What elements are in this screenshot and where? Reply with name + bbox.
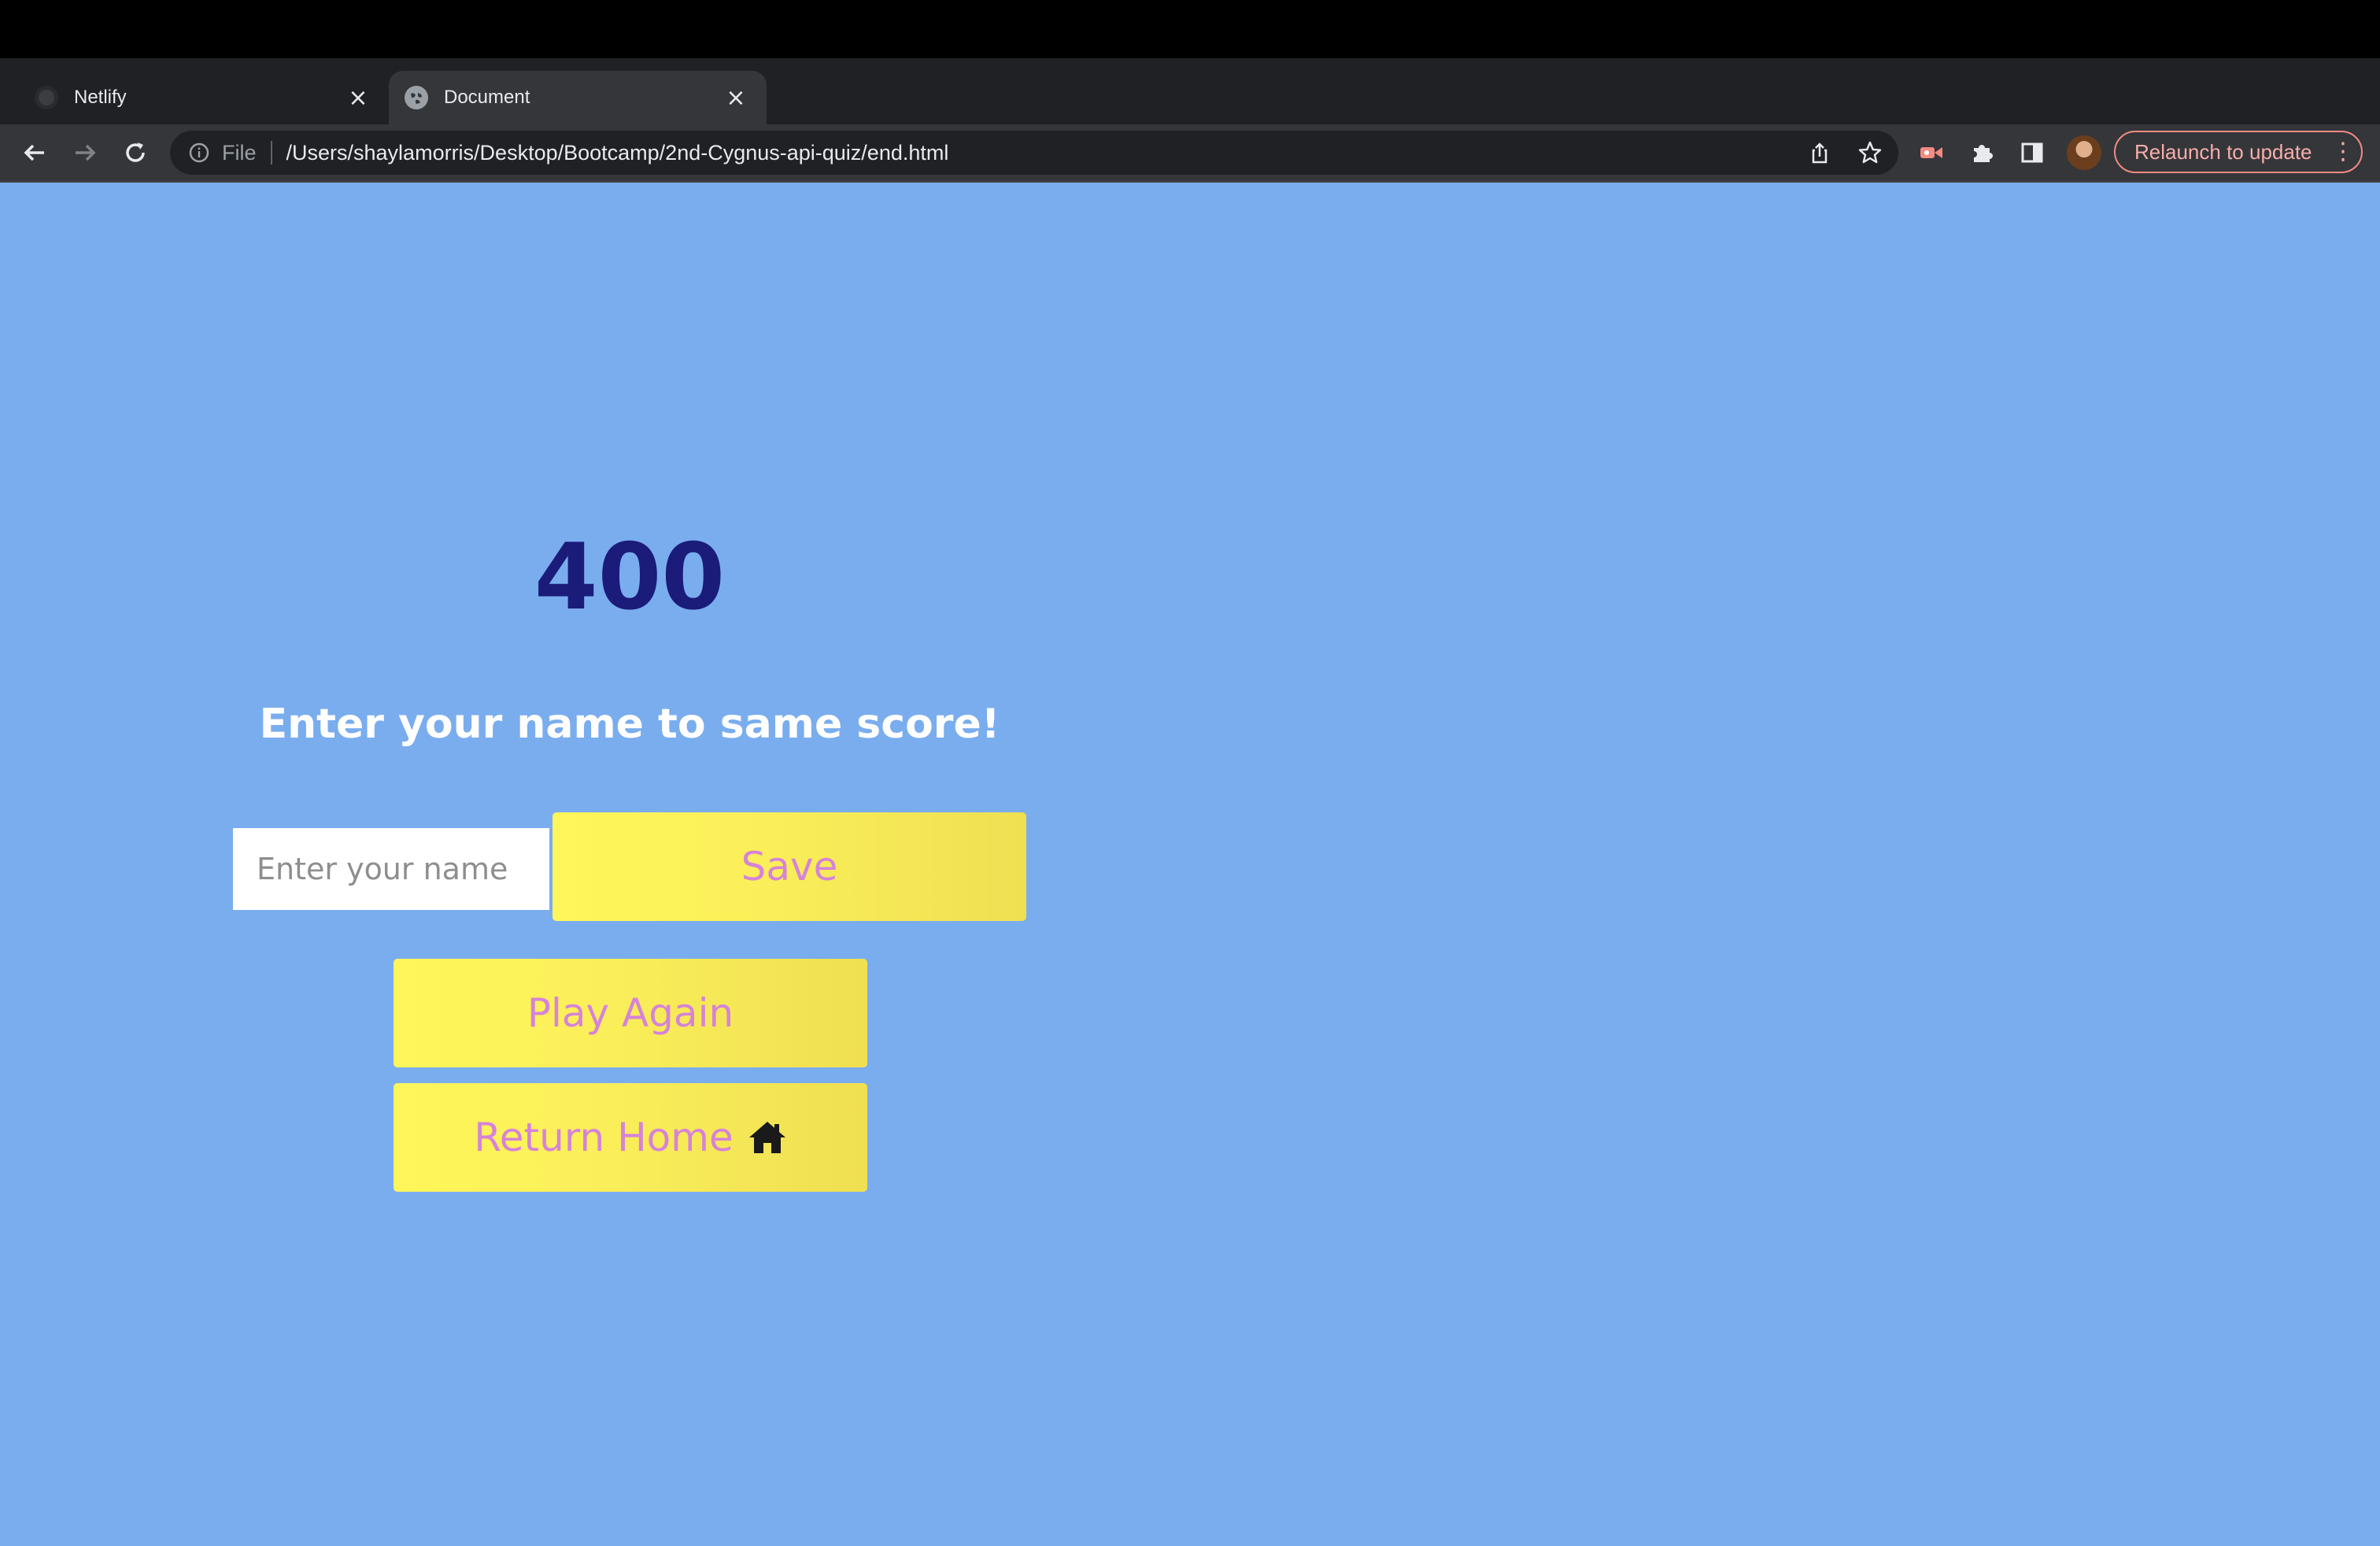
close-icon[interactable]: × — [346, 84, 370, 112]
save-score-prompt: Enter your name to same score! — [259, 701, 1000, 748]
tab-document[interactable]: Document × — [389, 71, 767, 124]
globe-icon — [405, 86, 428, 109]
github-icon — [35, 86, 58, 109]
tab-strip: Netlify × Document × + — [0, 58, 2380, 168]
reload-icon[interactable] — [118, 135, 153, 170]
relaunch-button[interactable]: Relaunch to update ⋮ — [2114, 131, 2363, 173]
tab-title: Document — [444, 87, 530, 108]
return-home-label: Return Home — [474, 1115, 734, 1160]
name-input[interactable] — [233, 828, 549, 910]
back-arrow-icon[interactable] — [17, 135, 52, 170]
forward-arrow-icon[interactable] — [68, 135, 102, 170]
return-home-button[interactable]: Return Home — [394, 1083, 867, 1192]
relaunch-label: Relaunch to update — [2134, 139, 2312, 164]
avatar[interactable] — [2067, 135, 2101, 170]
more-menu-icon[interactable]: ⋮ — [2331, 140, 2355, 164]
home-icon — [748, 1118, 787, 1157]
save-button-label: Save — [741, 844, 838, 890]
play-again-label: Play Again — [527, 990, 734, 1036]
scheme-label: File — [222, 140, 257, 165]
side-panel-icon[interactable] — [2016, 137, 2048, 168]
score-value: 400 — [534, 524, 726, 631]
extension-record-icon[interactable] — [1916, 137, 1947, 168]
extensions-puzzle-icon[interactable] — [1966, 137, 1998, 168]
url-text[interactable]: /Users/shaylamorris/Desktop/Bootcamp/2nd… — [286, 141, 949, 165]
address-bar[interactable]: File /Users/shaylamorris/Desktop/Bootcam… — [170, 131, 1898, 175]
info-icon[interactable] — [187, 141, 211, 165]
play-again-button[interactable]: Play Again — [394, 959, 867, 1067]
tab-title: Netlify — [74, 87, 127, 108]
tab-netlify[interactable]: Netlify × — [19, 71, 389, 124]
system-top-bar — [0, 0, 2380, 58]
share-icon[interactable] — [1804, 137, 1835, 168]
divider — [270, 141, 272, 165]
save-button[interactable]: Save — [552, 812, 1026, 921]
star-icon[interactable] — [1854, 137, 1886, 168]
close-icon[interactable]: × — [724, 84, 748, 112]
